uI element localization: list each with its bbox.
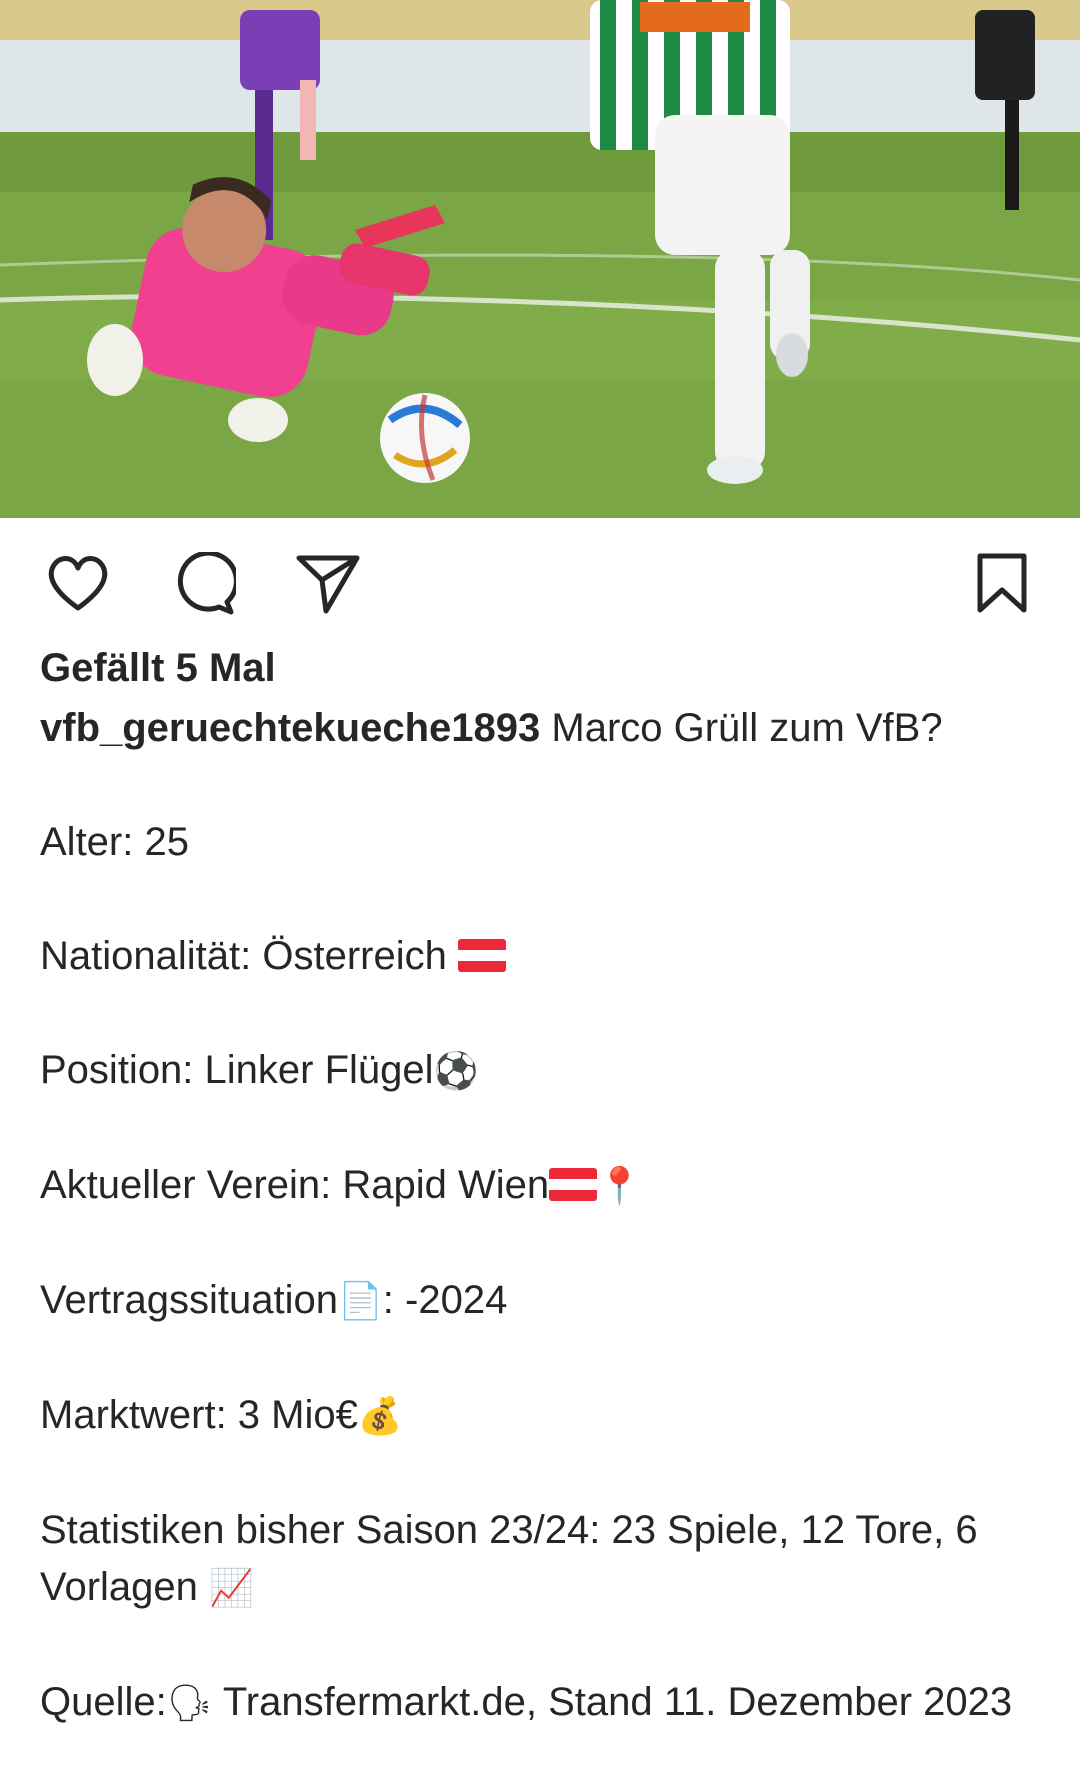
pin-icon: 📍 (597, 1166, 642, 1207)
position-line: Position: Linker Flügel⚽ (40, 1042, 1040, 1100)
nationality-line: Nationalität: Österreich (40, 928, 1040, 985)
austria-flag-icon (457, 939, 506, 972)
chart-increasing-icon: 📈 (209, 1568, 254, 1609)
send-icon (296, 555, 360, 614)
soccer-ball-icon: ⚽ (433, 1051, 479, 1092)
contract-line: Vertragssituation📄: -2024 (40, 1272, 1040, 1330)
share-button[interactable] (292, 548, 364, 620)
comment-button[interactable] (168, 548, 240, 620)
contract-value: : -2024 (382, 1278, 508, 1322)
post-image[interactable] (0, 0, 1080, 518)
like-button[interactable] (42, 548, 114, 620)
austria-flag-icon (549, 1168, 598, 1201)
bookmark-icon (977, 553, 1027, 613)
money-bag-icon: 💰 (357, 1396, 403, 1437)
post-caption: Gefällt 5 Mal vfb_geruechtekueche1893 Ma… (40, 640, 1040, 1732)
position-text: Position: Linker Flügel (40, 1048, 434, 1092)
source-line: Quelle:🗣 Transfermarkt.de, Stand 11. Dez… (40, 1674, 1040, 1732)
username-link[interactable]: vfb_geruechtekueche1893 (40, 706, 540, 750)
heart-icon (48, 556, 108, 611)
source-text: Transfermarkt.de, Stand 11. Dezember 202… (212, 1680, 1013, 1724)
age-line: Alter: 25 (40, 820, 189, 864)
nationality-text: Nationalität: Österreich (40, 934, 458, 978)
post-photo-illustration (0, 0, 1080, 518)
stats-line: Statistiken bisher Saison 23/24: 23 Spie… (40, 1502, 1040, 1617)
stats-text: Statistiken bisher Saison 23/24: 23 Spie… (40, 1508, 978, 1609)
speaking-head-icon: 🗣 (166, 1683, 213, 1724)
comment-icon (177, 552, 236, 615)
document-icon: 📄 (337, 1281, 383, 1322)
source-label: Quelle: (40, 1680, 167, 1724)
market-value-line: Marktwert: 3 Mio€💰 (40, 1387, 1040, 1445)
caption-headline: vfb_geruechtekueche1893 Marco Grüll zum … (40, 700, 1040, 757)
market-value-text: Marktwert: 3 Mio€ (40, 1393, 358, 1437)
contract-label: Vertragssituation (40, 1278, 338, 1322)
club-line: Aktueller Verein: Rapid Wien 📍 (40, 1157, 1040, 1215)
club-text: Aktueller Verein: Rapid Wien (40, 1163, 550, 1207)
save-button[interactable] (966, 548, 1038, 620)
caption-headline-text: Marco Grüll zum VfB? (540, 706, 943, 750)
likes-count[interactable]: Gefällt 5 Mal (40, 640, 1040, 700)
